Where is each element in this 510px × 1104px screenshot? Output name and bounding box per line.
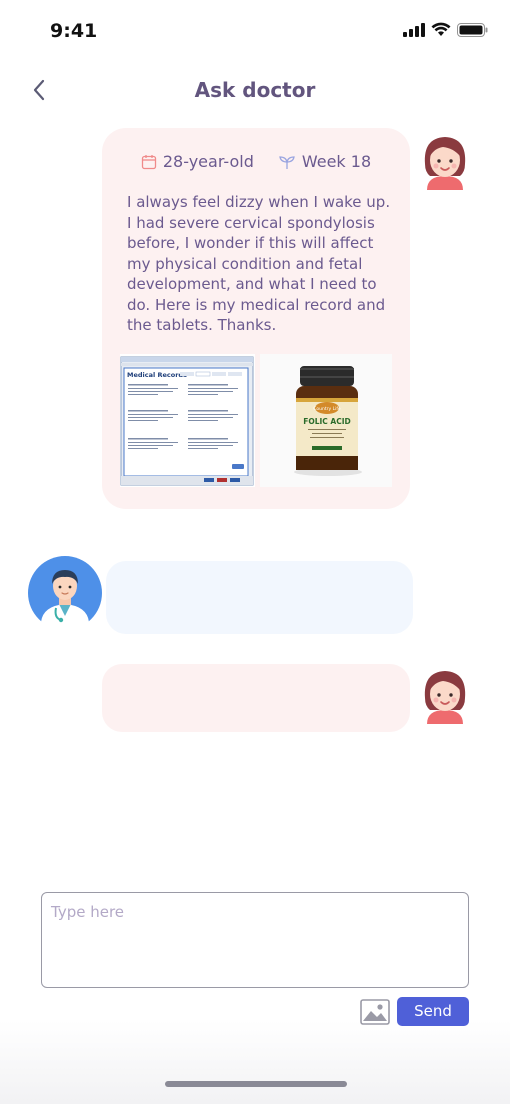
patient-meta: 28-year-old Week 18 [102,152,410,171]
brand-label: Country Life [313,406,341,412]
week-label: Week 18 [301,152,372,171]
age-tag: 28-year-old [141,152,254,171]
send-button[interactable]: Send [397,997,469,1026]
patient-avatar-2 [413,664,477,728]
folic-acid-label: FOLIC ACID [303,417,351,426]
home-indicator[interactable] [165,1081,347,1087]
patient-avatar [413,130,477,194]
doctor-avatar [28,556,102,630]
signal-icon [403,22,425,37]
week-tag: Week 18 [278,152,371,171]
sprout-icon [279,155,295,169]
status-icons [403,22,488,37]
calendar-icon [141,154,157,169]
folic-acid-image: Country Life FOLIC ACID [260,354,392,487]
status-time: 9:41 [50,20,98,42]
nav-bar: Ask doctor [0,70,510,110]
patient-message-bubble-2 [102,664,410,732]
patient-message-text: I always feel dizzy when I wake up. I ha… [127,193,391,334]
medical-record-attachment[interactable]: Medical Records [120,354,255,487]
medical-record-image: Medical Records [120,354,255,487]
wifi-icon [431,22,451,36]
battery-icon [457,22,488,37]
folic-acid-attachment[interactable]: Country Life FOLIC ACID [260,354,392,487]
medical-records-title: Medical Records [127,371,187,379]
image-upload-icon[interactable] [360,999,390,1025]
age-label: 28-year-old [162,152,254,171]
status-bar: 9:41 [0,0,510,62]
patient-message-bubble: 28-year-old Week 18 I always feel dizzy … [102,128,410,509]
message-input[interactable] [41,892,469,988]
doctor-message-bubble [106,561,413,634]
page-title: Ask doctor [194,78,316,102]
